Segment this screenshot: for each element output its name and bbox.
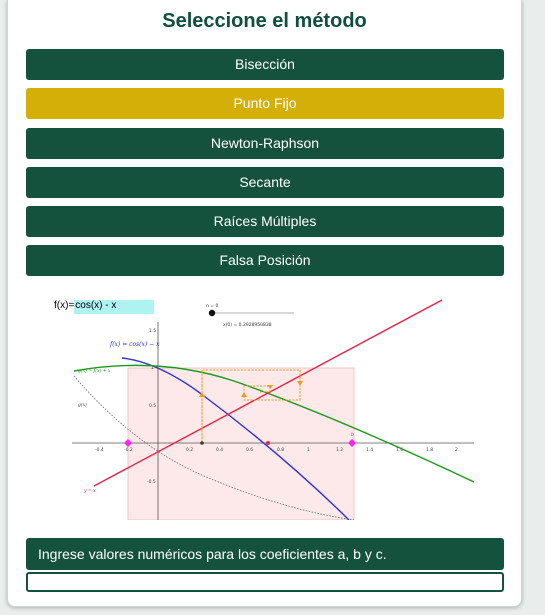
x-tick-label: -0.2	[124, 447, 133, 453]
x-tick-label: 2	[455, 447, 458, 453]
x-tick-label: -0.4	[95, 447, 104, 453]
method-button-biseccion[interactable]: Bisección	[26, 49, 504, 80]
graph-canvas[interactable]: -0.4 -0.2 0.2 0.4 0.6 0.8 1 1.2 1.4 1.6 …	[54, 296, 474, 520]
method-button-secante[interactable]: Secante	[26, 167, 504, 198]
x-tick-label: 0.6	[246, 447, 253, 453]
method-button-falsa-posicion[interactable]: Falsa Posición	[26, 245, 504, 276]
function-input-field[interactable]: cos(x) - x	[74, 300, 155, 314]
method-button-punto-fijo[interactable]: Punto Fijo	[26, 88, 504, 119]
y-tick-label: 0.5	[149, 403, 156, 409]
x0-point	[200, 441, 204, 445]
slider-label: n = 0	[206, 303, 218, 309]
x-tick-label: 1	[307, 447, 310, 453]
x-tick-label: 0.8	[277, 447, 284, 453]
method-button-newton-raphson[interactable]: Newton-Raphson	[26, 128, 504, 159]
method-panel: Seleccione el método Bisección Punto Fij…	[7, 0, 522, 607]
interval-region	[127, 367, 355, 520]
x-tick-label: 1.8	[426, 447, 433, 453]
coefficient-message: Ingrese valores numéricos para los coefi…	[26, 538, 504, 570]
fx-curve-label: f(x) = cos(x) − x	[109, 341, 160, 348]
page-title: Seleccione el método	[162, 10, 367, 32]
gx-curve-label: g(x) = f(x) + x	[78, 367, 111, 374]
identity-line-label: y = x	[83, 489, 96, 494]
gx-dotted-label: g(x)	[78, 401, 87, 408]
x-tick-label: 0.4	[216, 447, 223, 453]
slider-handle[interactable]	[208, 309, 216, 317]
x-tick-label: 1.2	[336, 447, 343, 453]
x-tick-label: 0.2	[186, 447, 193, 453]
function-input-row: f(x)=cos(x) - x	[54, 300, 155, 314]
y-tick-label: -0.5	[147, 479, 156, 485]
x0-readout: x(0) = 0.2928950838	[223, 322, 272, 328]
y-tick-label: 1.5	[149, 328, 156, 334]
method-button-raices-multiples[interactable]: Raíces Múltiples	[26, 206, 504, 237]
graph-applet[interactable]: -0.4 -0.2 0.2 0.4 0.6 0.8 1 1.2 1.4 1.6 …	[54, 296, 474, 520]
answer-field[interactable]	[26, 572, 504, 592]
root-point	[266, 441, 270, 445]
function-input-label: f(x)=	[54, 300, 75, 311]
x-tick-label: 1.4	[366, 447, 373, 453]
interval-b-label: b	[351, 432, 354, 438]
